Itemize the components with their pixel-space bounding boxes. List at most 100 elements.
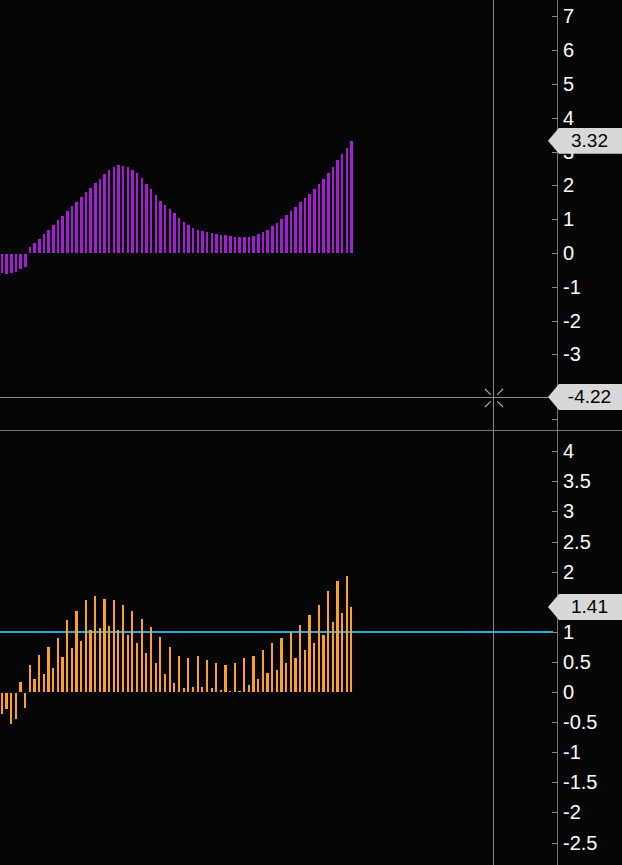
histogram-bar bbox=[5, 693, 7, 709]
axis-tick-label: -2 bbox=[563, 311, 581, 331]
histogram-bar bbox=[24, 254, 27, 267]
histogram-bar bbox=[75, 202, 78, 253]
histogram-bar bbox=[224, 235, 227, 253]
histogram-bar bbox=[113, 600, 115, 692]
histogram-bar bbox=[308, 194, 311, 253]
crosshair-marker-icon bbox=[478, 382, 510, 414]
histogram-bar bbox=[271, 226, 274, 253]
axis-tick-label: -1 bbox=[563, 277, 581, 297]
histogram-bar bbox=[252, 236, 255, 253]
histogram-bar bbox=[33, 243, 36, 253]
histogram-bar bbox=[1, 254, 4, 273]
histogram-bar bbox=[145, 653, 147, 692]
histogram-bar bbox=[336, 581, 338, 692]
histogram-bar bbox=[262, 650, 264, 692]
histogram-bar bbox=[238, 691, 240, 692]
histogram-bar bbox=[94, 596, 96, 692]
histogram-bar bbox=[159, 201, 162, 253]
histogram-bar bbox=[141, 619, 143, 692]
histogram-bar bbox=[271, 643, 273, 692]
histogram-bar bbox=[224, 665, 226, 692]
histogram-bar bbox=[80, 641, 82, 692]
histogram-bar bbox=[322, 179, 325, 253]
histogram-bar bbox=[131, 611, 133, 692]
pane-lower[interactable] bbox=[0, 431, 557, 865]
histogram-bar bbox=[33, 679, 35, 692]
histogram-bar bbox=[290, 211, 293, 253]
histogram-bar bbox=[229, 691, 231, 692]
histogram-bar bbox=[206, 232, 209, 253]
histogram-bar bbox=[66, 211, 69, 253]
histogram-bar bbox=[80, 197, 83, 253]
histogram-bar bbox=[10, 693, 12, 724]
histogram-bar bbox=[304, 650, 306, 692]
histogram-bar bbox=[52, 225, 55, 253]
histogram-bar bbox=[332, 622, 334, 692]
axis-tick-label: 7 bbox=[563, 6, 574, 26]
last-value-tag-lower: 1.41 bbox=[548, 594, 622, 620]
histogram-bar bbox=[234, 663, 236, 692]
histogram-bar bbox=[108, 626, 110, 692]
crosshair-horizontal-line bbox=[0, 397, 557, 398]
histogram-bar bbox=[29, 665, 31, 692]
crosshair-value: -4.22 bbox=[568, 386, 611, 408]
histogram-bar bbox=[155, 663, 157, 692]
histogram-bar bbox=[99, 179, 102, 253]
axis-tick-label: 1 bbox=[563, 209, 574, 229]
histogram-bar bbox=[192, 228, 195, 253]
histogram-bar bbox=[43, 234, 46, 253]
histogram-bar bbox=[15, 254, 18, 272]
last-value-upper: 3.32 bbox=[571, 130, 608, 152]
histogram-bar bbox=[19, 682, 21, 692]
pane-upper[interactable] bbox=[0, 0, 557, 430]
histogram-bar bbox=[215, 663, 217, 692]
histogram-bar bbox=[66, 620, 68, 692]
histogram-bar bbox=[346, 148, 349, 253]
histogram-bar bbox=[57, 220, 60, 253]
histogram-bar bbox=[266, 673, 268, 692]
histogram-bar bbox=[197, 230, 200, 253]
histogram-bar bbox=[89, 188, 92, 253]
histogram-bar bbox=[215, 234, 218, 253]
histogram-bar bbox=[103, 599, 105, 692]
histogram-bar bbox=[99, 628, 101, 692]
axis-tick-label: -1.5 bbox=[563, 772, 597, 792]
histogram-bar bbox=[341, 154, 344, 253]
histogram-bar bbox=[71, 648, 73, 692]
histogram-bar bbox=[122, 166, 125, 253]
histogram-bar bbox=[117, 630, 119, 692]
axis-tick-label: 2 bbox=[563, 562, 574, 582]
histogram-bar bbox=[15, 693, 17, 719]
histogram-bar bbox=[280, 638, 282, 692]
pane-separator[interactable] bbox=[0, 430, 622, 431]
histogram-bar bbox=[220, 235, 223, 253]
histogram-bar bbox=[38, 655, 40, 692]
histogram-bar bbox=[350, 607, 352, 692]
histogram-bar bbox=[38, 239, 41, 253]
axis-tick-label: 4 bbox=[563, 441, 574, 461]
histogram-bar bbox=[127, 167, 130, 253]
histogram-bar bbox=[10, 254, 13, 273]
histogram-bar bbox=[313, 643, 315, 692]
axis-tick-label: 1 bbox=[563, 622, 574, 642]
histogram-bar bbox=[57, 638, 59, 692]
histogram-bar bbox=[299, 625, 301, 692]
histogram-bar bbox=[103, 174, 106, 253]
histogram-bar bbox=[266, 230, 269, 253]
axis-tick-label: 6 bbox=[563, 40, 574, 60]
histogram-bar bbox=[183, 688, 185, 692]
histogram-bar bbox=[350, 141, 353, 253]
histogram-bar bbox=[299, 202, 302, 253]
histogram-bar bbox=[150, 627, 152, 692]
axis-tick-label: 3.5 bbox=[563, 471, 591, 491]
histogram-bar bbox=[71, 206, 74, 253]
last-value-lower: 1.41 bbox=[571, 596, 608, 618]
histogram-bar bbox=[211, 233, 214, 253]
histogram-bar bbox=[276, 670, 278, 692]
histogram-bar bbox=[234, 237, 237, 253]
histogram-bar bbox=[201, 231, 204, 253]
histogram-bar bbox=[178, 656, 180, 692]
histogram-bar bbox=[243, 658, 245, 692]
histogram-bar bbox=[318, 184, 321, 253]
histogram-bar bbox=[220, 690, 222, 692]
